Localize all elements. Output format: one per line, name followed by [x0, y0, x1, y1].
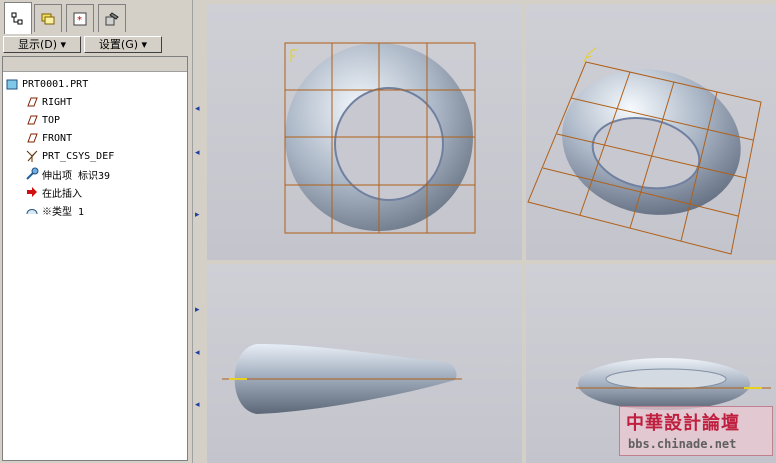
chevron-left-icon[interactable]: ◂ — [195, 348, 203, 358]
tree-item-front[interactable]: FRONT — [25, 130, 72, 146]
part-icon — [6, 79, 18, 90]
navigator-toolbar: 显示(D) ▾ 设置(G) ▾ — [2, 35, 190, 55]
tree-item-insert-here[interactable]: 在此插入 — [25, 184, 82, 200]
model-tree: PRT0001.PRT RIGHT TOP FRONT PRT_CSYS_DEF… — [2, 56, 188, 461]
chevron-left-icon[interactable]: ◂ — [195, 104, 203, 114]
watermark-logo: 中華設計論壇 bbs.chinade.net — [619, 406, 773, 456]
iso-view-graphic — [527, 47, 762, 255]
svg-text:*: * — [77, 15, 82, 26]
display-button-label: 显示(D) — [17, 38, 58, 51]
viewport-iso-view[interactable] — [526, 4, 776, 260]
front-view-graphic — [222, 344, 462, 414]
tree-item-label: FRONT — [42, 132, 73, 144]
tab-favorites[interactable]: * — [66, 4, 94, 32]
top-view-graphic — [284, 42, 476, 234]
chevron-down-icon: ▾ — [141, 38, 148, 51]
tab-layers[interactable] — [34, 4, 62, 32]
tree-item-type[interactable]: ※类型 1 — [25, 202, 84, 218]
watermark-title: 中華設計論壇 — [626, 413, 740, 434]
ring-side-inner — [605, 368, 727, 390]
chevron-right-icon[interactable]: ▸ — [195, 210, 203, 220]
watermark-url: bbs.chinade.net — [628, 437, 737, 451]
tree-item-top[interactable]: TOP — [25, 112, 60, 128]
model-tree-icon — [11, 12, 23, 24]
tree-item-label: RIGHT — [42, 96, 73, 108]
tree-item-csys[interactable]: PRT_CSYS_DEF — [25, 148, 114, 164]
viewport-front-view[interactable] — [207, 264, 522, 463]
datum-plane-icon — [27, 115, 38, 125]
tree-item-label: ※类型 1 — [42, 206, 85, 218]
favorites-icon: * — [73, 12, 87, 26]
navigator-tabs: * — [0, 0, 192, 34]
protrusion-icon — [26, 167, 39, 180]
settings-button-label: 设置(G) — [98, 38, 139, 51]
viewport-top-view[interactable] — [207, 4, 522, 260]
tab-model-tree[interactable] — [4, 2, 32, 34]
tools-icon — [105, 11, 119, 25]
datum-plane-icon — [27, 97, 38, 107]
surface-icon — [26, 209, 38, 215]
coordinate-system-icon — [26, 150, 38, 162]
insert-arrow-icon — [27, 187, 37, 197]
tree-item-protrusion[interactable]: 伸出项 标识39 — [25, 166, 110, 182]
chevron-left-icon[interactable]: ◂ — [195, 148, 203, 158]
tree-item-label: 在此插入 — [42, 188, 82, 200]
chevron-left-icon[interactable]: ◂ — [195, 400, 203, 410]
tree-item-label: TOP — [42, 114, 61, 126]
tree-item-part[interactable]: PRT0001.PRT — [5, 76, 88, 92]
datum-plane-icon — [27, 133, 38, 143]
tab-tools[interactable] — [98, 4, 126, 32]
tree-item-label: PRT_CSYS_DEF — [42, 150, 115, 162]
chevron-right-icon[interactable]: ▸ — [195, 305, 203, 315]
layers-icon — [41, 13, 55, 24]
chevron-down-icon: ▾ — [60, 38, 67, 51]
tree-item-label: 伸出项 标识39 — [42, 170, 111, 182]
tree-item-label: PRT0001.PRT — [22, 78, 89, 90]
csys-marker — [583, 47, 597, 63]
panel-splitter[interactable]: ◂ ◂ ▸ ▸ ◂ ◂ — [192, 0, 205, 463]
tree-header — [3, 57, 187, 72]
navigator-panel: * 显示(D) ▾ 设置(G) ▾ PRT0001.PRT RIGHT TOP … — [0, 0, 192, 463]
tree-item-right[interactable]: RIGHT — [25, 94, 72, 110]
csys-marker — [290, 49, 297, 62]
settings-button[interactable]: 设置(G) ▾ — [84, 36, 162, 53]
display-button[interactable]: 显示(D) ▾ — [3, 36, 81, 53]
